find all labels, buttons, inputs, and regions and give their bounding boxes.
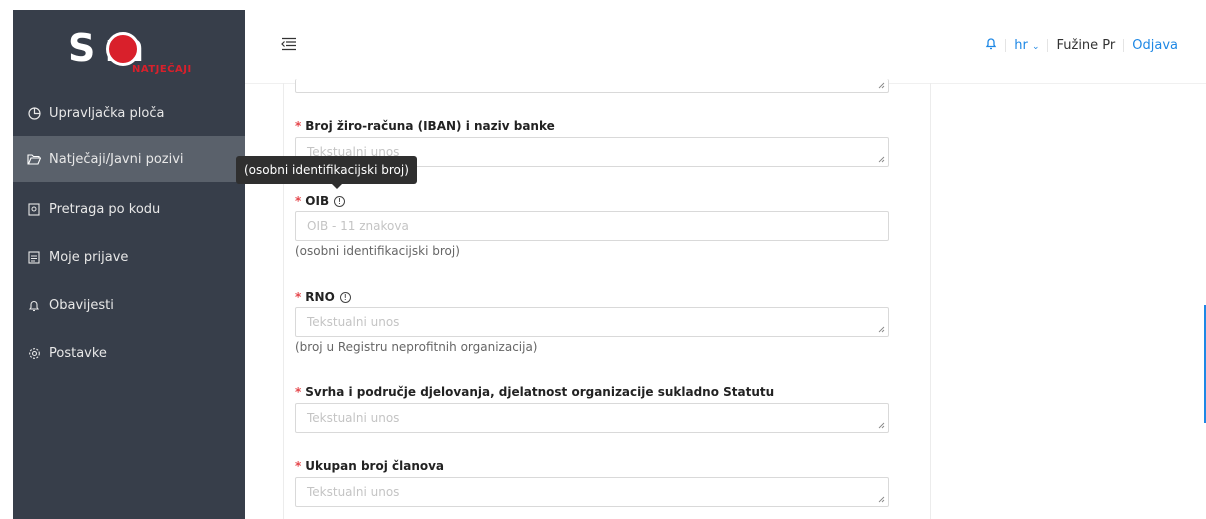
resize-grip-icon	[878, 156, 885, 163]
divider	[1047, 38, 1049, 52]
file-text-icon	[27, 250, 41, 264]
oib-hint: (osobni identifikacijski broj)	[295, 244, 460, 258]
sidebar-item-natjecaji[interactable]: Natječaji/Javni pozivi	[13, 136, 245, 182]
info-icon[interactable]: !	[334, 196, 346, 207]
logo-subtitle: NATJEČAJI	[132, 64, 192, 75]
required-marker: *	[295, 290, 302, 304]
logo[interactable]: S m NATJEČAJI	[13, 10, 245, 90]
sidebar-item-postavke[interactable]: Postavke	[13, 330, 245, 376]
user-name[interactable]: Fužine Pr	[1056, 38, 1115, 53]
pie-chart-icon	[27, 106, 41, 120]
divider	[1005, 38, 1007, 52]
chevron-down-icon: ⌄	[1031, 41, 1040, 52]
sidebar-item-label: Postavke	[49, 345, 107, 361]
menu-toggle-icon[interactable]	[281, 36, 297, 51]
language-select[interactable]: hr ⌄	[1014, 38, 1039, 53]
bell-icon[interactable]	[985, 36, 997, 54]
oib-placeholder: OIB - 11 znakova	[307, 219, 409, 233]
svrha-textarea[interactable]: Tekstualni unos	[295, 403, 889, 433]
sidebar-item-label: Upravljačka ploča	[49, 105, 165, 121]
sidebar: S m NATJEČAJI Upravljačka ploča Natječaj…	[13, 10, 245, 519]
oib-label: * OIB!	[295, 194, 346, 208]
required-marker: *	[295, 385, 302, 399]
svrha-label: * Svrha i područje djelovanja, djelatnost…	[295, 385, 775, 399]
sidebar-item-obavijesti[interactable]: Obavijesti	[13, 282, 245, 328]
sidebar-item-pretraga[interactable]: Pretraga po kodu	[13, 186, 245, 232]
app: S m NATJEČAJI Upravljačka ploča Natječaj…	[0, 0, 1206, 519]
form-container: * Broj žiro-računa (IBAN) i naziv banke T…	[283, 79, 931, 519]
info-icon[interactable]: !	[339, 292, 351, 303]
sidebar-item-prijave[interactable]: Moje prijave	[13, 234, 245, 280]
logo-mark: S m NATJEČAJI	[54, 20, 204, 80]
sidebar-item-label: Moje prijave	[49, 249, 129, 265]
resize-grip-icon	[878, 496, 885, 503]
sidebar-item-label: Pretraga po kodu	[49, 201, 161, 217]
topbar-right: hr ⌄ Fužine Pr Odjava	[985, 36, 1178, 54]
resize-grip-icon	[878, 82, 885, 89]
file-search-icon	[27, 202, 41, 216]
svrha-placeholder: Tekstualni unos	[307, 411, 400, 425]
rno-hint: (broj u Registru neprofitnih organizacij…	[295, 340, 538, 354]
gear-icon	[27, 346, 41, 360]
resize-grip-icon	[878, 422, 885, 429]
resize-grip-icon	[878, 326, 885, 333]
oib-input[interactable]: OIB - 11 znakova	[295, 211, 889, 241]
required-marker: *	[295, 119, 302, 133]
divider	[1123, 38, 1125, 52]
sidebar-item-label: Natječaji/Javni pozivi	[49, 151, 184, 167]
logout-link[interactable]: Odjava	[1132, 38, 1178, 53]
previous-textarea[interactable]	[295, 79, 889, 93]
clanovi-label: * Ukupan broj članova	[295, 459, 445, 473]
rno-label: * RNO!	[295, 290, 351, 304]
bell-icon	[27, 298, 41, 312]
required-marker: *	[295, 194, 302, 208]
required-marker: *	[295, 459, 302, 473]
language-value: hr	[1014, 37, 1028, 53]
clanovi-placeholder: Tekstualni unos	[307, 485, 400, 499]
sidebar-item-dashboard[interactable]: Upravljačka ploča	[13, 90, 245, 136]
folder-open-icon	[27, 152, 41, 166]
fish-icon	[106, 32, 140, 66]
sidebar-item-label: Obavijesti	[49, 297, 114, 313]
rno-textarea[interactable]: Tekstualni unos	[295, 307, 889, 337]
tooltip: (osobni identifikacijski broj)	[236, 156, 417, 189]
rno-placeholder: Tekstualni unos	[307, 315, 400, 329]
iban-label: * Broj žiro-računa (IBAN) i naziv banke	[295, 119, 555, 133]
clanovi-textarea[interactable]: Tekstualni unos	[295, 477, 889, 507]
